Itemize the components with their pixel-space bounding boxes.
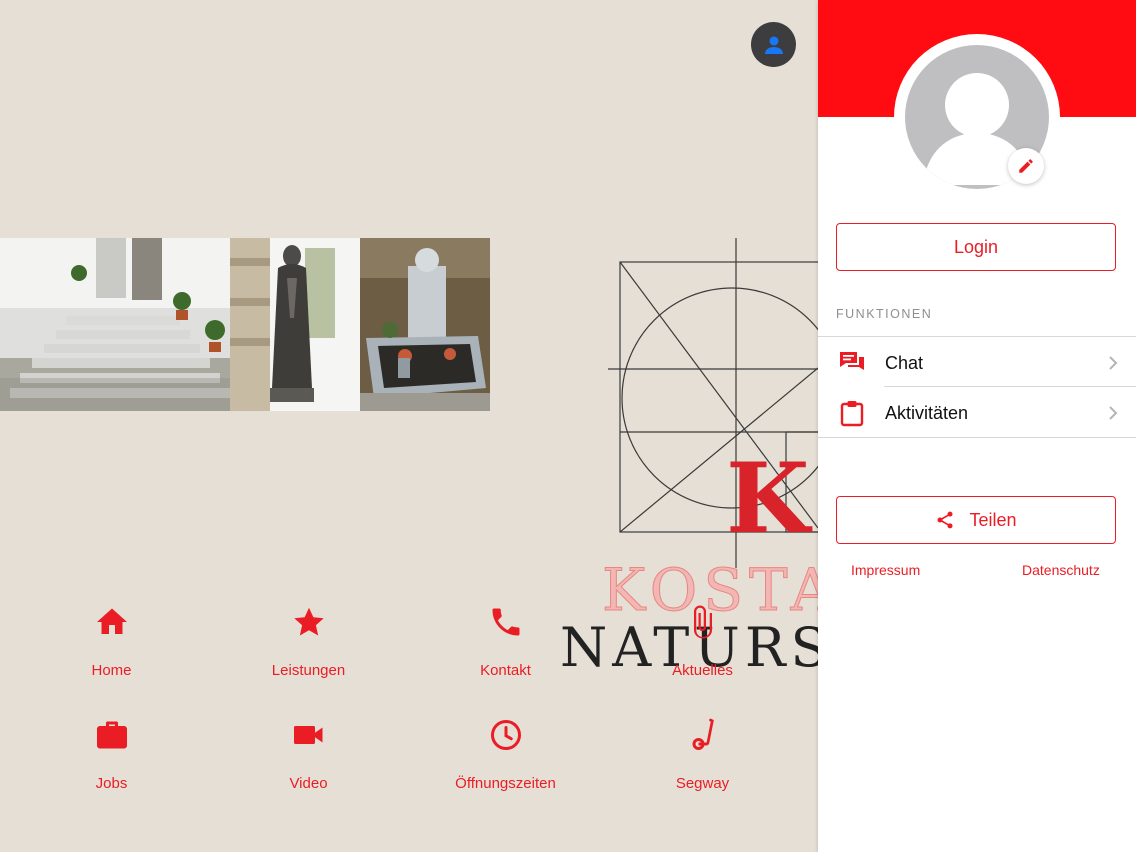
photo-gallery	[0, 238, 490, 411]
menu-item-aktivitaeten[interactable]: Aktivitäten	[818, 388, 1136, 438]
star-icon	[293, 607, 324, 636]
photo-stairs[interactable]	[0, 238, 230, 411]
profile-button[interactable]	[751, 22, 796, 67]
menu-item-chat-label: Chat	[885, 352, 924, 373]
quick-navigation: Home Leistungen Kontakt Aktuelles Jobs V…	[0, 596, 818, 822]
section-title-funktionen: FUNKTIONEN	[836, 307, 933, 321]
clipboard-icon	[840, 401, 864, 427]
segway-icon	[692, 718, 714, 750]
nav-segway[interactable]: Segway	[604, 709, 801, 822]
nav-jobs-label: Jobs	[95, 775, 128, 792]
phone-icon	[492, 608, 519, 636]
nav-video[interactable]: Video	[210, 709, 407, 822]
nav-leistungen-label: Leistungen	[271, 662, 346, 679]
side-drawer: Login FUNKTIONEN Chat Aktivitäten Teilen…	[818, 0, 1136, 852]
share-icon	[937, 511, 953, 529]
logo-monogram: K	[726, 442, 813, 555]
home-icon	[96, 608, 127, 634]
chat-icon	[840, 352, 864, 370]
divider	[818, 437, 1136, 438]
logo-geometric-drawing: K	[608, 238, 818, 568]
datenschutz-link[interactable]: Datenschutz	[1022, 562, 1100, 578]
clock-icon	[490, 720, 521, 750]
chevron-right-icon	[1109, 406, 1118, 420]
nav-video-label: Video	[289, 775, 328, 792]
main-content: K KOSTA NATURST Home Leistungen Kontakt …	[0, 0, 818, 852]
nav-home[interactable]: Home	[13, 596, 210, 709]
menu-item-chat[interactable]: Chat	[818, 338, 1136, 388]
nav-jobs[interactable]: Jobs	[13, 709, 210, 822]
divider	[818, 336, 1136, 337]
nav-aktuelles-label: Aktuelles	[672, 662, 733, 679]
nav-kontakt-label: Kontakt	[480, 662, 531, 679]
menu-item-aktivitaeten-label: Aktivitäten	[885, 402, 969, 423]
nav-oeffnungszeiten[interactable]: Öffnungszeiten	[407, 709, 604, 822]
impressum-link[interactable]: Impressum	[851, 562, 920, 578]
share-button-label: Teilen	[969, 509, 1017, 530]
video-camera-icon	[293, 726, 322, 744]
nav-leistungen[interactable]: Leistungen	[210, 596, 407, 709]
chevron-right-icon	[1109, 356, 1118, 370]
photo-statue[interactable]	[230, 238, 360, 411]
nav-oeffnungszeiten-label: Öffnungszeiten	[455, 775, 556, 792]
quick-nav-row-1: Home Leistungen Kontakt Aktuelles	[0, 596, 818, 709]
pencil-icon	[1019, 159, 1033, 173]
photo-grave[interactable]	[360, 238, 490, 411]
nav-aktuelles[interactable]: Aktuelles	[604, 596, 801, 709]
login-button[interactable]: Login	[836, 223, 1116, 271]
edit-avatar-button[interactable]	[1008, 148, 1044, 184]
nav-segway-label: Segway	[675, 775, 730, 792]
quick-nav-row-2: Jobs Video Öffnungszeiten Segway	[0, 709, 818, 822]
login-button-label: Login	[953, 236, 999, 257]
user-icon	[764, 36, 783, 54]
briefcase-icon	[96, 721, 127, 749]
divider	[884, 386, 1136, 387]
share-button[interactable]: Teilen	[836, 496, 1116, 544]
nav-home-label: Home	[91, 662, 132, 679]
paperclip-icon	[693, 605, 712, 639]
nav-kontakt[interactable]: Kontakt	[407, 596, 604, 709]
